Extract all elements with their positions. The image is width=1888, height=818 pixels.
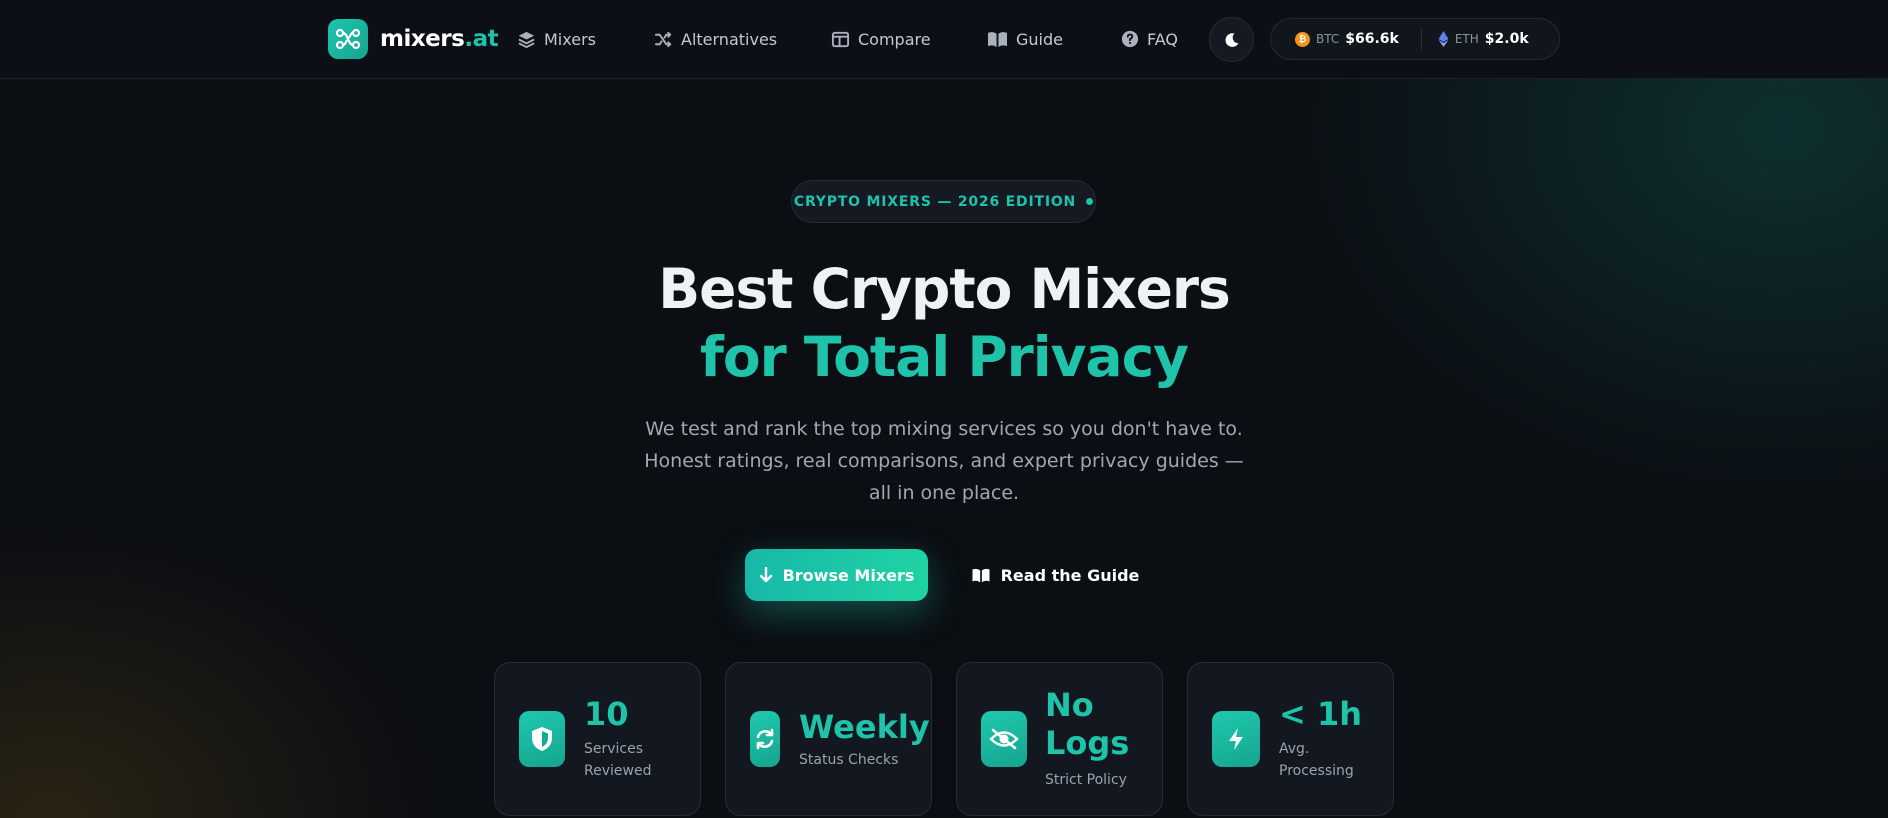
divider bbox=[1420, 28, 1422, 50]
nav-item-mixers[interactable]: Mixers bbox=[517, 26, 596, 52]
logo-icon bbox=[328, 19, 368, 59]
layers-icon bbox=[518, 31, 535, 48]
status-dot bbox=[1086, 198, 1094, 205]
price-ticker: ₿ BTC $66.6k ETH $2.0k bbox=[1270, 18, 1560, 60]
nav-item-compare[interactable]: Compare bbox=[831, 26, 931, 52]
btc-symbol: BTC bbox=[1316, 32, 1340, 46]
nav-item-label: Alternatives bbox=[681, 29, 778, 49]
stat-label: Services Reviewed bbox=[584, 741, 652, 779]
button-label: Browse Mixers bbox=[782, 565, 915, 585]
bitcoin-icon: ₿ bbox=[1295, 31, 1310, 47]
eth-price: $2.0k bbox=[1484, 31, 1529, 47]
read-guide-button[interactable]: Read the Guide bbox=[960, 549, 1150, 601]
hero-title-accent: for Total Privacy bbox=[699, 325, 1189, 389]
nav-item-guide[interactable]: Guide bbox=[987, 26, 1063, 52]
edition-badge: CRYPTO MIXERS — 2026 EDITION bbox=[791, 180, 1096, 223]
nav-item-label: FAQ bbox=[1147, 29, 1178, 49]
book-icon bbox=[988, 31, 1007, 47]
stat-label: Avg. Processing bbox=[1279, 741, 1354, 779]
nav-item-alternatives[interactable]: Alternatives bbox=[654, 26, 777, 52]
question-circle-icon bbox=[1121, 30, 1139, 48]
stat-label: Status Checks bbox=[799, 752, 899, 768]
stat-label: Strict Policy bbox=[1045, 772, 1127, 788]
browse-mixers-button[interactable]: Browse Mixers bbox=[745, 549, 928, 601]
stat-value: 10 bbox=[584, 695, 629, 733]
logo-text: mixers.at bbox=[380, 26, 499, 52]
nav-item-label: Guide bbox=[1016, 29, 1063, 49]
stat-card-processing: < 1h Avg. Processing bbox=[1187, 662, 1394, 816]
stat-card-services: 10 Services Reviewed bbox=[494, 662, 701, 816]
hero-title: Best Crypto Mixers bbox=[658, 257, 1231, 321]
book-icon bbox=[972, 568, 990, 582]
background-glow bbox=[0, 478, 500, 818]
badge-text: CRYPTO MIXERS — 2026 EDITION bbox=[793, 193, 1077, 210]
stat-value: Weekly bbox=[799, 708, 930, 746]
btc-price: $66.6k bbox=[1345, 31, 1399, 47]
shield-icon bbox=[519, 711, 565, 767]
button-label: Read the Guide bbox=[1000, 565, 1140, 585]
nav-item-label: Mixers bbox=[544, 29, 596, 49]
top-navbar: mixers.at Mixers Alternatives Compare Gu… bbox=[0, 0, 1888, 79]
site-logo[interactable]: mixers.at bbox=[328, 19, 499, 59]
shuffle-icon bbox=[654, 31, 672, 47]
theme-toggle-button[interactable] bbox=[1209, 17, 1254, 62]
eye-off-icon bbox=[981, 711, 1027, 767]
ethereum-icon bbox=[1438, 31, 1449, 47]
moon-icon bbox=[1225, 32, 1238, 47]
stat-card-logs: No Logs Strict Policy bbox=[956, 662, 1163, 816]
hero-subtitle: We test and rank the top mixing services… bbox=[644, 418, 1244, 504]
stat-value: No Logs bbox=[1045, 686, 1130, 762]
eth-symbol: ETH bbox=[1454, 32, 1479, 46]
nav-item-faq[interactable]: FAQ bbox=[1121, 26, 1178, 52]
bolt-icon bbox=[1212, 711, 1260, 767]
columns-icon bbox=[831, 31, 850, 47]
nav-item-label: Compare bbox=[858, 29, 931, 49]
stat-card-status: Weekly Status Checks bbox=[725, 662, 932, 816]
stat-value: < 1h bbox=[1279, 695, 1362, 733]
refresh-icon bbox=[750, 711, 780, 767]
arrow-down-icon bbox=[759, 567, 772, 583]
